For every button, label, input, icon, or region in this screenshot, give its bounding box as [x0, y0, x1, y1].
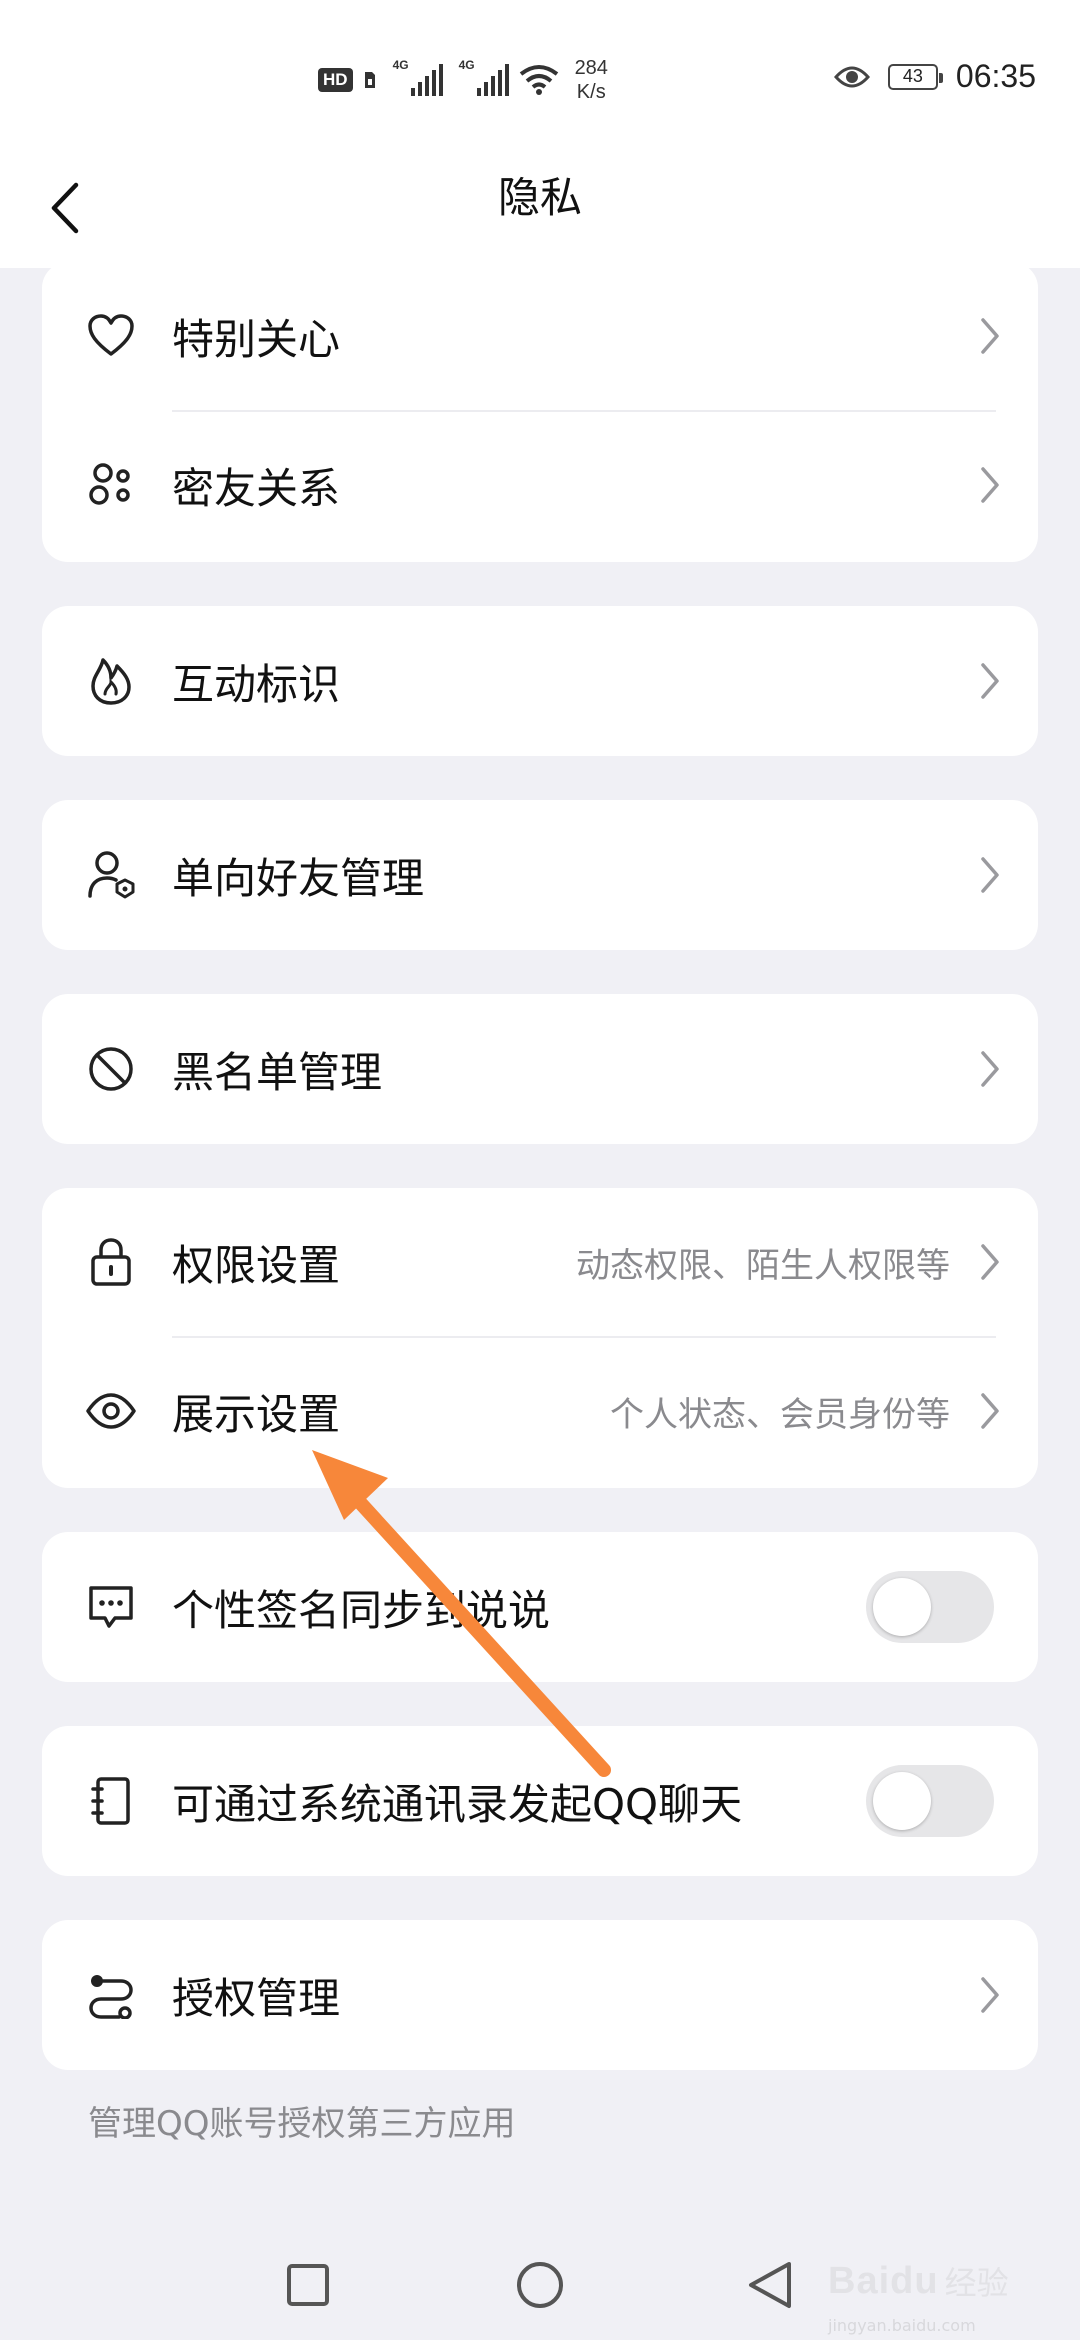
eye-comfort-icon [833, 66, 870, 87]
chevron-right-icon [981, 318, 999, 354]
signal-type-label: 4G [392, 58, 409, 72]
close-friends-row[interactable]: 密友关系 [42, 410, 1038, 560]
authorization-row[interactable]: 授权管理 [42, 1920, 1038, 2070]
battery-indicator: 43 [887, 63, 943, 90]
display-settings-summary: 个人状态、会员身份等 [610, 1394, 950, 1435]
settings-group-authorization: 授权管理 [42, 1920, 1038, 2070]
watermark-cn: 经验 [944, 2264, 1009, 2302]
square-icon [287, 2264, 329, 2306]
special-care-label: 特别关心 [172, 314, 341, 364]
message-icon [86, 1582, 136, 1632]
flame-icon [86, 656, 136, 706]
signal-type-label-2: 4G [458, 58, 475, 72]
chevron-right-icon [981, 467, 999, 503]
battery-level: 43 [902, 66, 923, 86]
signature-sync-toggle[interactable] [866, 1571, 994, 1643]
contacts-chat-row: 可通过系统通讯录发起QQ聊天 [42, 1726, 1038, 1876]
interaction-badge-row[interactable]: 互动标识 [42, 606, 1038, 756]
lock-icon [86, 1237, 136, 1287]
contacts-chat-label: 可通过系统通讯录发起QQ聊天 [172, 1779, 743, 1829]
settings-group-contacts-chat: 可通过系统通讯录发起QQ聊天 [42, 1726, 1038, 1876]
permission-settings-summary: 动态权限、陌生人权限等 [576, 1245, 950, 1286]
signal-strength-icon: 4G [393, 58, 443, 96]
block-icon [86, 1044, 136, 1094]
chevron-right-icon [981, 1244, 999, 1280]
hd-voice-badge: HD [318, 68, 353, 92]
one-way-friends-row[interactable]: 单向好友管理 [42, 800, 1038, 950]
back-nav-button[interactable] [730, 2250, 810, 2320]
blacklist-label: 黑名单管理 [172, 1047, 383, 1097]
signature-sync-label: 个性签名同步到说说 [172, 1585, 551, 1635]
app-header: 隐私 [0, 150, 1080, 268]
toggle-knob [873, 1772, 931, 1830]
speed-unit: K/s [576, 81, 606, 103]
authorization-footnote: 管理QQ账号授权第三方应用 [88, 2104, 516, 2144]
watermark-domain: jingyan.baidu.com [828, 2316, 976, 2335]
watermark-brand: Baidu [828, 2259, 939, 2302]
permission-settings-row[interactable]: 权限设置 动态权限、陌生人权限等 [42, 1188, 1038, 1336]
blacklist-row[interactable]: 黑名单管理 [42, 994, 1038, 1144]
heart-icon [86, 311, 136, 361]
display-settings-label: 展示设置 [172, 1389, 341, 1439]
wifi-icon [519, 65, 558, 95]
permission-settings-label: 权限设置 [172, 1240, 341, 1290]
contacts-chat-toggle[interactable] [866, 1765, 994, 1837]
settings-group-one-way-friends: 单向好友管理 [42, 800, 1038, 950]
settings-group-interaction: 互动标识 [42, 606, 1038, 756]
settings-group-permissions: 权限设置 动态权限、陌生人权限等 展示设置 个人状态、会员身份等 [42, 1188, 1038, 1488]
authorization-icon [86, 1970, 136, 2020]
contacts-book-icon [86, 1776, 136, 1826]
recents-button[interactable] [268, 2250, 348, 2320]
page-title: 隐私 [497, 173, 582, 222]
circle-icon [517, 2262, 563, 2308]
authorization-label: 授权管理 [172, 1973, 341, 2023]
chevron-right-icon [981, 1977, 999, 2013]
close-friends-icon [86, 460, 136, 510]
display-settings-row[interactable]: 展示设置 个人状态、会员身份等 [42, 1336, 1038, 1486]
signal-strength-icon-2: 4G [459, 58, 509, 96]
signature-sync-row: 个性签名同步到说说 [42, 1532, 1038, 1682]
status-right: 43 06:35 [833, 58, 1036, 95]
network-status: HD 4G 4G 284 K/s [318, 56, 608, 104]
eye-icon [86, 1386, 136, 1436]
interaction-badge-label: 互动标识 [172, 659, 341, 709]
user-shield-icon [86, 850, 136, 900]
toggle-knob [873, 1578, 931, 1636]
chevron-right-icon [981, 857, 999, 893]
settings-group-friends: 特别关心 密友关系 [42, 262, 1038, 562]
baidu-jingyan-watermark: Baidu 经验 jingyan.baidu.com [828, 2258, 1009, 2336]
chevron-right-icon [981, 1393, 999, 1429]
chevron-right-icon [981, 663, 999, 699]
special-care-row[interactable]: 特别关心 [42, 262, 1038, 410]
home-button[interactable] [500, 2250, 580, 2320]
clock: 06:35 [955, 58, 1036, 94]
settings-group-blacklist: 黑名单管理 [42, 994, 1038, 1144]
settings-group-signature-sync: 个性签名同步到说说 [42, 1532, 1038, 1682]
triangle-back-icon [749, 2262, 791, 2308]
network-speed: 284 K/s [575, 56, 608, 104]
speed-value: 284 [574, 57, 608, 79]
one-way-friends-label: 单向好友管理 [172, 853, 425, 903]
sim-icon [364, 72, 375, 88]
status-bar: HD 4G 4G 284 K/s 43 06:35 [0, 0, 1080, 150]
close-friends-label: 密友关系 [172, 463, 341, 513]
chevron-right-icon [981, 1051, 999, 1087]
